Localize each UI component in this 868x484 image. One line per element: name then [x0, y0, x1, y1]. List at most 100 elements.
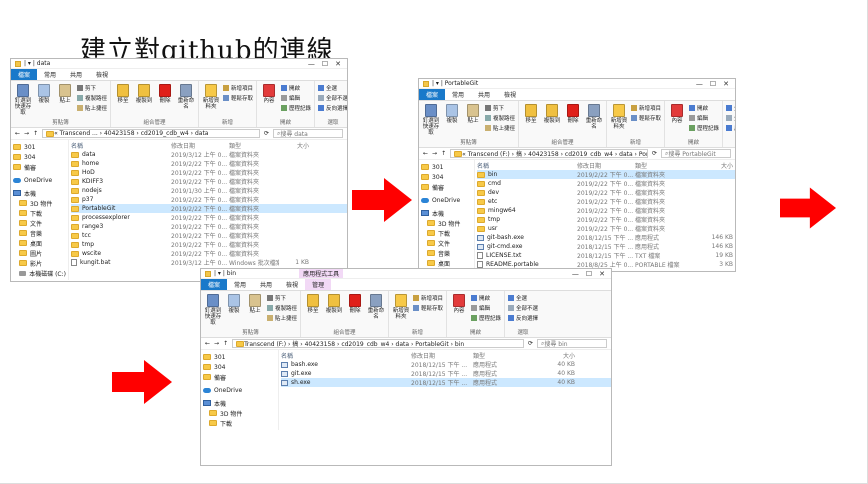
- file-row[interactable]: wscite 2019/2/22 下午 0... 檔案資料夾: [71, 249, 347, 258]
- file-row[interactable]: nodejs 2019/1/30 上午 0... 檔案資料夾: [71, 186, 347, 195]
- maximize-button[interactable]: ☐: [322, 60, 328, 68]
- column-header-date[interactable]: 修改日期: [411, 351, 473, 360]
- nav-item[interactable]: 影片: [13, 258, 66, 268]
- nav-item[interactable]: 301: [13, 142, 66, 152]
- nav-item[interactable]: 桌面: [421, 258, 472, 268]
- close-button[interactable]: ✕: [335, 60, 341, 68]
- nav-item[interactable]: 本機磁碟 (C:): [13, 268, 66, 278]
- history-button[interactable]: 歷程記錄: [689, 124, 719, 132]
- back-button[interactable]: ←: [205, 340, 210, 347]
- minimize-button[interactable]: —: [696, 80, 703, 88]
- file-row[interactable]: mingw64 2019/2/22 下午 0... 檔案資料夾: [477, 206, 735, 215]
- nav-item[interactable]: 301: [203, 352, 276, 362]
- column-header-date[interactable]: 修改日期: [577, 161, 635, 170]
- paste-button[interactable]: 貼上: [246, 294, 264, 327]
- search-input[interactable]: ⌕ 搜尋 data: [273, 129, 343, 138]
- nav-item[interactable]: 本機: [203, 398, 276, 408]
- forward-button[interactable]: →: [24, 130, 29, 137]
- file-row[interactable]: cmd 2019/2/22 下午 0... 檔案資料夾: [477, 179, 735, 188]
- file-row[interactable]: tmp 2019/2/22 下午 0... 檔案資料夾: [477, 215, 735, 224]
- new-folder-button[interactable]: 新增資料夾: [610, 104, 628, 137]
- up-button[interactable]: ↑: [223, 340, 228, 347]
- nav-item[interactable]: 備審: [203, 372, 276, 382]
- column-header-name[interactable]: 名稱: [477, 161, 577, 170]
- select-all-button[interactable]: 全選: [508, 294, 538, 302]
- nav-item[interactable]: 備審: [13, 162, 66, 172]
- tab-home[interactable]: 常用: [445, 89, 471, 100]
- refresh-button[interactable]: ⟳: [528, 340, 533, 347]
- file-row[interactable]: data 2019/3/12 上午 0... 檔案資料夾: [71, 150, 347, 159]
- tab-file[interactable]: 檔案: [419, 89, 446, 100]
- pin-button[interactable]: 釘選到快速存取: [204, 294, 222, 327]
- close-button[interactable]: ✕: [599, 270, 605, 278]
- easy-access-button[interactable]: 輕鬆存取: [631, 114, 661, 122]
- copyto-button[interactable]: 複製到: [543, 104, 561, 137]
- file-row[interactable]: sh.exe 2018/12/15 下午 ... 應用程式 40 KB: [281, 378, 611, 387]
- file-row[interactable]: KDIFF3 2019/2/22 下午 0... 檔案資料夾: [71, 177, 347, 186]
- file-row[interactable]: PortableGit 2019/2/22 下午 0... 檔案資料夾: [71, 204, 347, 213]
- back-button[interactable]: ←: [15, 130, 20, 137]
- edit-button[interactable]: 編輯: [281, 94, 311, 102]
- move-button[interactable]: 移至: [522, 104, 540, 137]
- nav-item[interactable]: 3D 物件: [203, 408, 276, 418]
- invert-selection-button[interactable]: 反向選擇: [726, 124, 735, 132]
- properties-button[interactable]: 內容: [668, 104, 686, 137]
- rename-button[interactable]: 重新命名: [367, 294, 385, 327]
- address-path[interactable]: « Transcend (F:) › 搞 › 40423158 › cd2019…: [450, 149, 648, 158]
- nav-item[interactable]: 304: [13, 152, 66, 162]
- copy-path-button[interactable]: 複製路徑: [77, 94, 107, 102]
- refresh-button[interactable]: ⟳: [652, 150, 657, 157]
- minimize-button[interactable]: —: [572, 270, 579, 278]
- delete-button[interactable]: 刪除: [346, 294, 364, 327]
- file-row[interactable]: dev 2019/2/22 下午 0... 檔案資料夾: [477, 188, 735, 197]
- file-row[interactable]: bin 2019/2/22 下午 0... 檔案資料夾: [477, 170, 735, 179]
- nav-item[interactable]: OneDrive: [203, 385, 276, 395]
- copy-button[interactable]: 複製: [443, 104, 461, 137]
- column-header-name[interactable]: 名稱: [71, 141, 171, 150]
- invert-selection-button[interactable]: 反向選擇: [318, 104, 347, 112]
- file-row[interactable]: tcc 2019/2/22 下午 0... 檔案資料夾: [71, 231, 347, 240]
- tab-file[interactable]: 檔案: [201, 279, 228, 290]
- copy-path-button[interactable]: 複製路徑: [485, 114, 515, 122]
- file-row[interactable]: tmp 2019/2/22 下午 0... 檔案資料夾: [71, 240, 347, 249]
- nav-item[interactable]: 音樂: [421, 248, 472, 258]
- move-button[interactable]: 移至: [114, 84, 132, 117]
- tab-view[interactable]: 檢視: [89, 69, 115, 80]
- nav-item[interactable]: 下載: [203, 418, 276, 428]
- column-header-size[interactable]: 大小: [693, 161, 733, 170]
- history-button[interactable]: 歷程記錄: [471, 314, 501, 322]
- file-row[interactable]: bash.exe 2018/12/15 下午 ... 應用程式 40 KB: [281, 360, 611, 369]
- file-row[interactable]: git-bash.exe 2018/12/15 下午 ... 應用程式 146 KB: [477, 233, 735, 242]
- delete-button[interactable]: 刪除: [156, 84, 174, 117]
- column-header-type[interactable]: 類型: [473, 351, 535, 360]
- nav-item[interactable]: 音樂: [13, 228, 66, 238]
- tab-share[interactable]: 共用: [253, 279, 279, 290]
- properties-button[interactable]: 內容: [260, 84, 278, 117]
- paste-shortcut-button[interactable]: 貼上捷徑: [267, 314, 297, 322]
- nav-item[interactable]: 文件: [421, 238, 472, 248]
- paste-shortcut-button[interactable]: 貼上捷徑: [485, 124, 515, 132]
- file-row[interactable]: kungit.bat 2019/3/12 上午 0... Windows 批次檔案 1…: [71, 258, 347, 267]
- rename-button[interactable]: 重新命名: [585, 104, 603, 137]
- tab-home[interactable]: 常用: [227, 279, 253, 290]
- paste-button[interactable]: 貼上: [464, 104, 482, 137]
- delete-button[interactable]: 刪除: [564, 104, 582, 137]
- file-row[interactable]: git.exe 2018/12/15 下午 ... 應用程式 40 KB: [281, 369, 611, 378]
- column-header-type[interactable]: 類型: [635, 161, 693, 170]
- column-header-size[interactable]: 大小: [279, 141, 309, 150]
- column-header-type[interactable]: 類型: [229, 141, 279, 150]
- tab-share[interactable]: 共用: [471, 89, 497, 100]
- up-button[interactable]: ↑: [33, 130, 38, 137]
- paste-button[interactable]: 貼上: [56, 84, 74, 117]
- nav-item[interactable]: 下載: [421, 228, 472, 238]
- tab-file[interactable]: 檔案: [11, 69, 38, 80]
- nav-item[interactable]: OneDrive: [13, 175, 66, 185]
- nav-item[interactable]: 備審: [421, 182, 472, 192]
- new-folder-button[interactable]: 新增資料夾: [392, 294, 410, 327]
- select-none-button[interactable]: 全部不選: [726, 114, 735, 122]
- tab-manage[interactable]: 管理: [305, 279, 332, 290]
- back-button[interactable]: ←: [423, 150, 428, 157]
- new-folder-button[interactable]: 新增資料夾: [202, 84, 220, 117]
- file-row[interactable]: p37 2019/2/22 下午 0... 檔案資料夾: [71, 195, 347, 204]
- tab-view[interactable]: 檢視: [279, 279, 305, 290]
